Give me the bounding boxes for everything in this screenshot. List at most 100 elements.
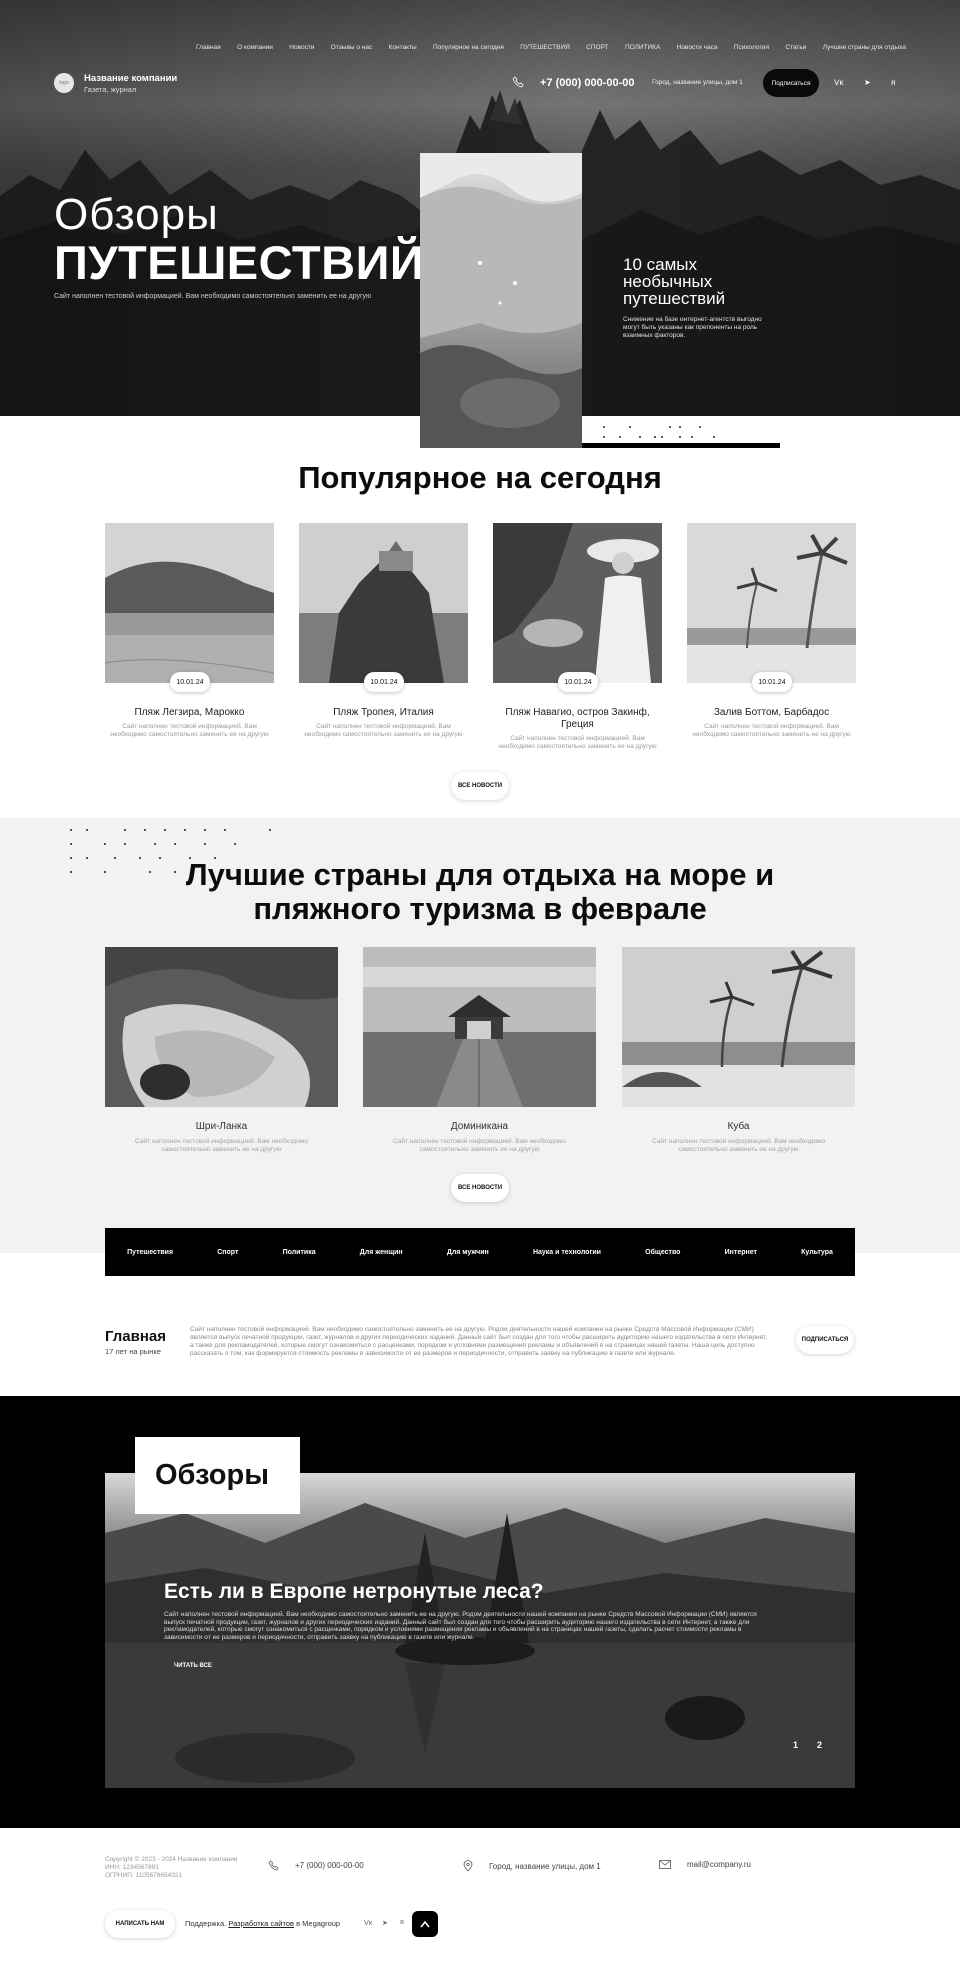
hero-title-bold: ПУТЕШЕСТВИЙ — [54, 236, 425, 289]
nav-item-news[interactable]: Новости — [289, 44, 314, 51]
category-women[interactable]: Для женщин — [360, 1249, 403, 1256]
country-card-title[interactable]: Куба — [622, 1121, 855, 1132]
country-card-text: Сайт наполнен тестовой информацией. Вам … — [652, 1138, 825, 1153]
read-all-link[interactable]: ЧИТАТЬ ВСЕ — [174, 1663, 212, 1669]
nav-item-hour-news[interactable]: Новости часа — [677, 44, 718, 51]
write-us-button[interactable]: НАПИСАТЬ НАМ — [105, 1910, 175, 1938]
telegram-icon[interactable]: ➤ — [864, 78, 871, 87]
hero-title-thin: Обзоры — [54, 190, 219, 239]
category-science[interactable]: Наука и технологии — [533, 1249, 601, 1256]
footer-yandex-icon[interactable]: я — [400, 1919, 404, 1926]
header-address: Город, название улицы, дом 1 — [652, 79, 743, 86]
country-card[interactable]: Доминикана Сайт наполнен тестовой информ… — [363, 947, 596, 1153]
popular-card-date: 10.01.24 — [558, 672, 598, 692]
popular-card-title[interactable]: Пляж Тропея, Италия — [299, 707, 468, 719]
footer-email-item[interactable]: mail@company.ru — [659, 1860, 751, 1869]
cliff-town-image — [299, 523, 468, 683]
popular-card[interactable]: 10.01.24 Залив Боттом, Барбадос Сайт нап… — [687, 523, 856, 738]
nav-item-politics[interactable]: ПОЛИТИКА — [625, 44, 660, 51]
popular-card-title[interactable]: Пляж Навагио, остров Закинф, Греция — [493, 707, 662, 731]
reviews-label: Обзоры — [135, 1437, 300, 1514]
popular-card-title[interactable]: Залив Боттом, Барбадос — [687, 707, 856, 719]
company-block: Название компании Газета, журнал — [84, 73, 177, 94]
footer-email[interactable]: mail@company.ru — [687, 1860, 751, 1869]
category-society[interactable]: Общество — [645, 1249, 680, 1256]
support-link[interactable]: Разработка сайтов — [228, 1919, 294, 1928]
popular-card-text: Сайт наполнен тестовой информацией. Вам … — [110, 723, 269, 738]
yandex-icon[interactable]: я — [891, 78, 895, 87]
nav-item-sport[interactable]: СПОРТ — [586, 44, 608, 51]
aerial-coast-image — [105, 947, 338, 1107]
footer-phone-item[interactable]: +7 (000) 000-00-00 — [268, 1860, 364, 1871]
about-subtitle: 17 лет на рынке — [105, 1347, 161, 1356]
woman-hat-image — [493, 523, 662, 683]
company-name: Название компании — [84, 72, 178, 84]
country-card[interactable]: Шри-Ланка Сайт наполнен тестовой информа… — [105, 947, 338, 1153]
country-card-title[interactable]: Доминикана — [363, 1121, 596, 1132]
nav-item-about[interactable]: О компании — [237, 44, 273, 51]
chevron-up-icon — [420, 1920, 430, 1928]
header-phone[interactable]: +7 (000) 000-00-00 — [540, 77, 634, 89]
nav-item-home[interactable]: Главная — [196, 44, 221, 51]
popular-card-title[interactable]: Пляж Легзира, Марокко — [105, 707, 274, 719]
category-internet[interactable]: Интернет — [725, 1249, 757, 1256]
popular-card[interactable]: 10.01.24 Пляж Навагио, остров Закинф, Гр… — [493, 523, 662, 750]
footer-vk-icon[interactable]: ᐯᴋ — [364, 1919, 372, 1927]
best-title-line1: Лучшие страны для отдыха на море и — [185, 857, 775, 892]
category-men[interactable]: Для мужчин — [447, 1249, 489, 1256]
category-politics[interactable]: Политика — [283, 1249, 316, 1256]
nav-item-best-countries[interactable]: Лучшие страны для отдыха — [823, 44, 906, 51]
all-news-button[interactable]: ВСЕ НОВОСТИ — [451, 772, 509, 800]
about-title: Главная — [105, 1328, 167, 1345]
phone-icon — [268, 1860, 279, 1871]
slide-page-1[interactable]: 1 — [793, 1740, 798, 1750]
reviews-text: Сайт наполнен тестовой информацией. Вам … — [164, 1611, 757, 1641]
footer-copyright: Copyright © 2023 - 2024 Название компани… — [105, 1856, 238, 1863]
vk-icon[interactable]: ᐯᴋ — [834, 78, 843, 87]
about-subscribe-button[interactable]: ПОДПИСАТЬСЯ — [796, 1326, 854, 1354]
slide-page-2[interactable]: 2 — [817, 1740, 822, 1750]
nav-item-travel[interactable]: ПУТЕШЕСТВИЯ — [520, 44, 570, 51]
pier-pavilion-image — [363, 947, 596, 1107]
hero-subtitle: Сайт наполнен тестовой информацией. Вам … — [54, 293, 372, 300]
footer-phone[interactable]: +7 (000) 000-00-00 — [295, 1861, 364, 1870]
mail-icon — [659, 1860, 671, 1869]
popular-card-image — [299, 523, 468, 683]
nav-item-reviews[interactable]: Отзывы о нас — [331, 44, 373, 51]
company-logo[interactable]: logo — [54, 73, 74, 93]
category-bar: Путешествия Спорт Политика Для женщин Дл… — [105, 1228, 855, 1276]
popular-card[interactable]: 10.01.24 Пляж Легзира, Марокко Сайт напо… — [105, 523, 274, 738]
header-bar: logo Название компании Газета, журнал +7… — [54, 69, 920, 97]
popular-card[interactable]: 10.01.24 Пляж Тропея, Италия Сайт наполн… — [299, 523, 468, 738]
reviews-title[interactable]: Есть ли в Европе нетронутые леса? — [164, 1580, 544, 1604]
footer-support: Поддержка. Разработка сайтов в Megagroup — [185, 1919, 341, 1928]
hero-side-text: Снижение на базе интернет-агентств выгод… — [623, 316, 762, 339]
about-text: Сайт наполнен тестовой информацией. Вам … — [190, 1326, 767, 1357]
category-travel[interactable]: Путешествия — [127, 1249, 173, 1256]
nav-item-popular[interactable]: Популярное на сегодня — [433, 44, 504, 51]
popular-card-date: 10.01.24 — [170, 672, 210, 692]
scroll-top-button[interactable] — [412, 1911, 438, 1937]
popular-card-image — [687, 523, 856, 683]
country-card[interactable]: Куба Сайт наполнен тестовой информацией.… — [622, 947, 855, 1153]
nav-item-articles[interactable]: Статьи — [785, 44, 806, 51]
category-sport[interactable]: Спорт — [217, 1249, 238, 1256]
all-countries-button[interactable]: ВСЕ НОВОСТИ — [451, 1174, 509, 1202]
country-card-text: Сайт наполнен тестовой информацией. Вам … — [135, 1138, 308, 1153]
support-prefix: Поддержка — [185, 1919, 225, 1928]
nav-item-psychology[interactable]: Психология — [734, 44, 769, 51]
palm-beach-image — [687, 523, 856, 683]
nav-item-contacts[interactable]: Контакты — [389, 44, 417, 51]
subscribe-button[interactable]: Подписаться — [763, 69, 819, 97]
popular-card-image — [493, 523, 662, 683]
category-culture[interactable]: Культура — [801, 1249, 833, 1256]
popular-card-image — [105, 523, 274, 683]
country-card-title[interactable]: Шри-Ланка — [105, 1121, 338, 1132]
popular-card-text: Сайт наполнен тестовой информацией. Вам … — [498, 735, 657, 750]
footer-inn: ИНН: 1234567891 — [105, 1864, 159, 1871]
hero-beach-image — [420, 153, 582, 448]
location-icon — [463, 1860, 473, 1872]
footer-telegram-icon[interactable]: ➤ — [382, 1919, 388, 1927]
hero-side-title[interactable]: 10 самых необычных путешествий — [623, 256, 763, 307]
hero-beach-photo[interactable] — [420, 153, 582, 448]
